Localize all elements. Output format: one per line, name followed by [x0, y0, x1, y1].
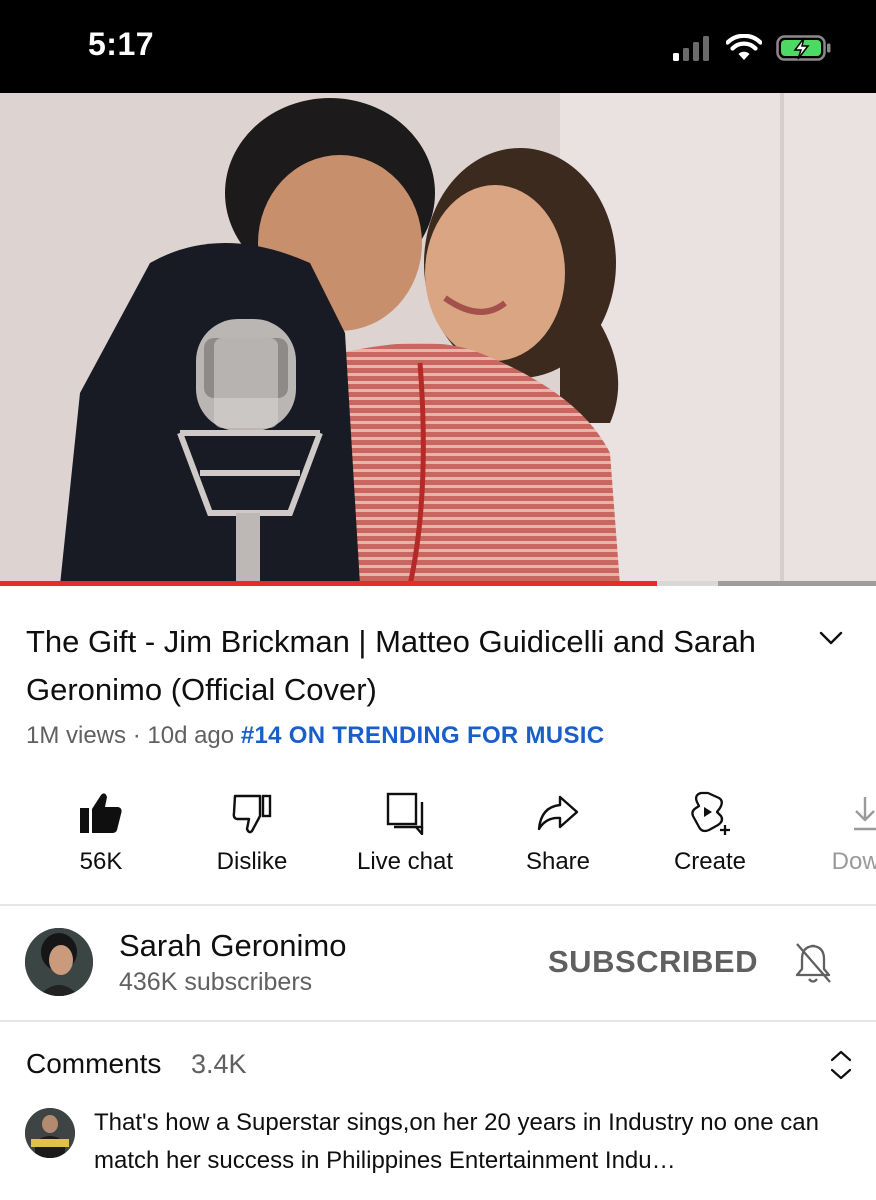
action-row: 56K Dislike Live chat Share Create Dow [0, 786, 876, 886]
share-label: Share [525, 848, 591, 875]
like-count: 56K [79, 848, 123, 875]
comments-header[interactable]: Comments [26, 1048, 161, 1080]
video-player[interactable] [0, 93, 876, 585]
chevron-down-icon[interactable] [818, 628, 844, 648]
progress-played [0, 581, 657, 586]
battery-charging-icon [776, 35, 831, 61]
channel-name[interactable]: Sarah Geronimo [119, 928, 346, 964]
like-button[interactable]: 56K [26, 786, 176, 876]
view-count: 1M views [26, 722, 127, 749]
live-chat-button[interactable]: Live chat [330, 786, 480, 876]
cellular-signal-icon [673, 36, 709, 61]
share-icon [537, 795, 579, 831]
meta-separator: · [132, 722, 141, 749]
download-icon [854, 797, 876, 831]
subscribe-button[interactable]: SUBSCRIBED [548, 944, 758, 980]
expand-collapse-icon[interactable] [826, 1048, 856, 1082]
channel-avatar-image [25, 928, 93, 996]
video-frame [0, 93, 876, 585]
thumbs-up-icon [80, 793, 122, 833]
bell-off-icon[interactable] [790, 940, 836, 986]
live-chat-label: Live chat [356, 848, 454, 875]
video-title[interactable]: The Gift - Jim Brickman | Matteo Guidice… [26, 618, 766, 714]
dislike-label: Dislike [216, 848, 288, 875]
divider [0, 1020, 876, 1022]
divider [0, 904, 876, 906]
commenter-avatar[interactable] [25, 1108, 75, 1158]
video-meta: 1M views · 10d ago #14 ON TRENDING FOR M… [26, 722, 604, 750]
status-bar: 5:17 [0, 0, 876, 93]
create-label: Create [673, 848, 747, 875]
live-chat-icon [386, 792, 424, 835]
commenter-avatar-image [25, 1108, 75, 1158]
download-label: Downl [831, 848, 876, 875]
upload-age: 10d ago [147, 722, 235, 749]
dislike-button[interactable]: Dislike [177, 786, 327, 876]
channel-avatar[interactable] [25, 928, 93, 996]
create-icon [691, 791, 730, 835]
trending-badge[interactable]: #14 ON TRENDING FOR MUSIC [241, 722, 605, 749]
top-comment-text[interactable]: That's how a Superstar sings,on her 20 y… [94, 1104, 854, 1180]
status-icons [672, 30, 832, 66]
share-button[interactable]: Share [483, 786, 633, 876]
video-progress-bar[interactable] [0, 581, 876, 586]
create-button[interactable]: Create [635, 786, 785, 876]
comments-count: 3.4K [191, 1049, 247, 1079]
download-button[interactable]: Downl [790, 786, 876, 876]
wifi-icon [726, 34, 762, 60]
status-time: 5:17 [88, 26, 155, 62]
subscriber-count: 436K subscribers [119, 968, 313, 996]
thumbs-down-icon [232, 794, 272, 834]
